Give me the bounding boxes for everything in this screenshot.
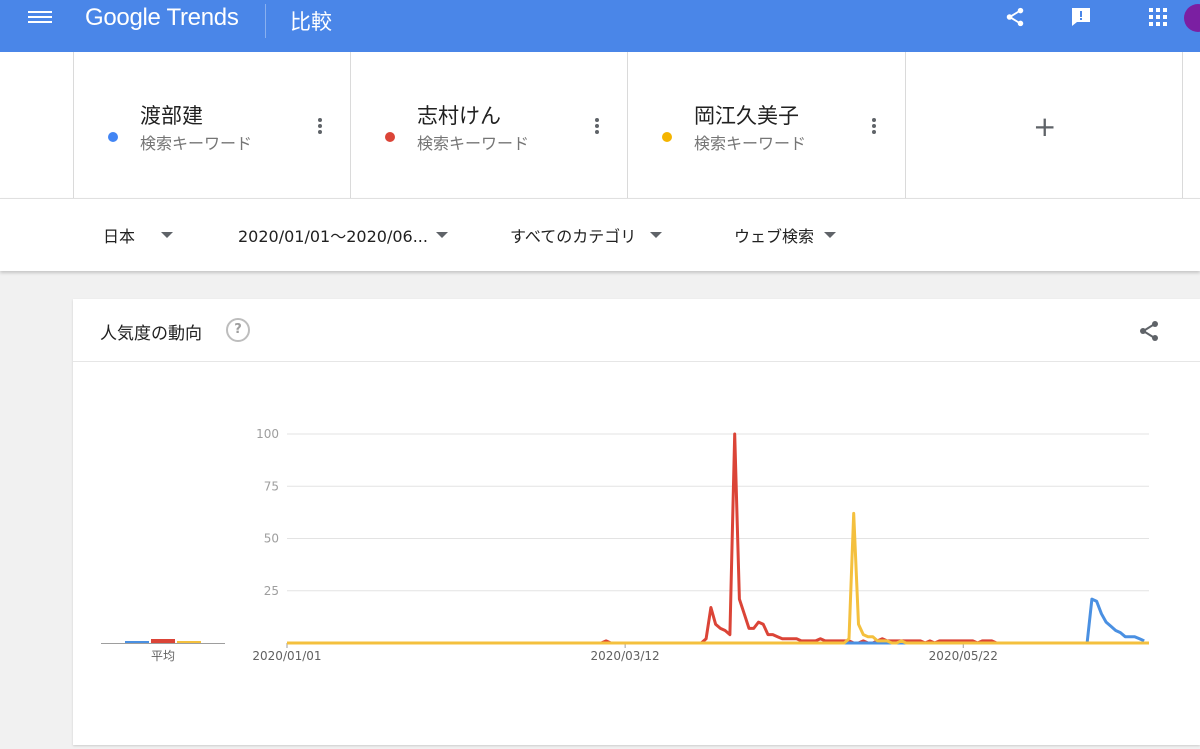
filter-bar: 日本 2020/01/01～2020/06... すべてのカテゴリ ウェブ検索 [0,198,1200,271]
dropdown-arrow-icon [650,232,663,238]
interest-over-time-card: 人気度の動向 ? 25 50 75 100 2020/01/01 2020/03/12 20… [73,299,1200,745]
help-icon[interactable]: ? [226,318,250,342]
term-name[interactable]: 渡部建 [140,100,203,130]
more-vert-icon[interactable] [872,116,878,136]
comparison-terms: 渡部建 検索キーワード 志村けん 検索キーワード 岡江久美子 検索キーワード + [0,52,1200,198]
more-vert-icon[interactable] [595,116,601,136]
term-name[interactable]: 志村けん [417,100,501,130]
y-tick-label: 75 [264,479,279,493]
page-title: 比較 [290,10,332,34]
x-tick-label: 2020/01/01 [252,649,321,663]
add-icon[interactable]: + [1033,110,1056,143]
term-card-1[interactable]: 渡部建 検索キーワード [73,52,349,198]
share-icon[interactable] [1002,4,1028,30]
y-tick-label: 25 [264,584,279,598]
menu-icon[interactable] [28,8,52,28]
trend-chart[interactable]: 25 50 75 100 2020/01/01 2020/03/12 2020/05/22 平… [73,361,1200,745]
category-dropdown[interactable]: すべてのカテゴリ [510,223,663,247]
term-card-2[interactable]: 志村けん 検索キーワード [350,52,626,198]
term-name[interactable]: 岡江久美子 [694,100,799,130]
share-icon[interactable] [1137,319,1161,343]
term-type: 検索キーワード [417,134,530,153]
search-type-value: ウェブ検索 [734,227,815,246]
x-tick-label: 2020/05/22 [929,649,998,663]
average-bar [177,641,201,643]
top-app-bar: Google Trends 比較 [0,0,1200,52]
date-range-dropdown[interactable]: 2020/01/01～2020/06... [238,223,448,247]
term-color-dot [108,132,118,142]
region-value: 日本 [103,227,136,246]
average-label: 平均 [151,649,175,663]
google-trends-logo[interactable]: Google Trends [85,4,239,32]
region-dropdown[interactable]: 日本 [103,223,174,247]
dropdown-arrow-icon [824,232,837,238]
search-type-dropdown[interactable]: ウェブ検索 [734,223,837,247]
category-value: すべてのカテゴリ [510,227,637,246]
y-tick-label: 50 [264,532,279,546]
feedback-icon[interactable] [1068,4,1094,30]
card-title: 人気度の動向 [100,324,202,344]
y-tick-label: 100 [256,427,279,441]
average-bar [151,639,175,643]
more-vert-icon[interactable] [318,116,324,136]
average-bar [125,641,149,643]
avatar[interactable] [1184,4,1200,32]
date-range-value: 2020/01/01～2020/06... [238,227,428,246]
series-line-3 [287,511,1149,645]
card-header: 人気度の動向 ? [73,299,1200,362]
apps-icon[interactable] [1145,4,1171,30]
term-card-3[interactable]: 岡江久美子 検索キーワード [627,52,903,198]
term-type: 検索キーワード [140,134,253,153]
header-divider [265,4,266,38]
term-type: 検索キーワード [694,134,807,153]
term-color-dot [385,132,395,142]
term-color-dot [662,132,672,142]
dropdown-arrow-icon [435,232,448,238]
x-tick-label: 2020/03/12 [591,649,660,663]
dropdown-arrow-icon [161,232,174,238]
add-comparison-card[interactable]: + [905,52,1183,198]
